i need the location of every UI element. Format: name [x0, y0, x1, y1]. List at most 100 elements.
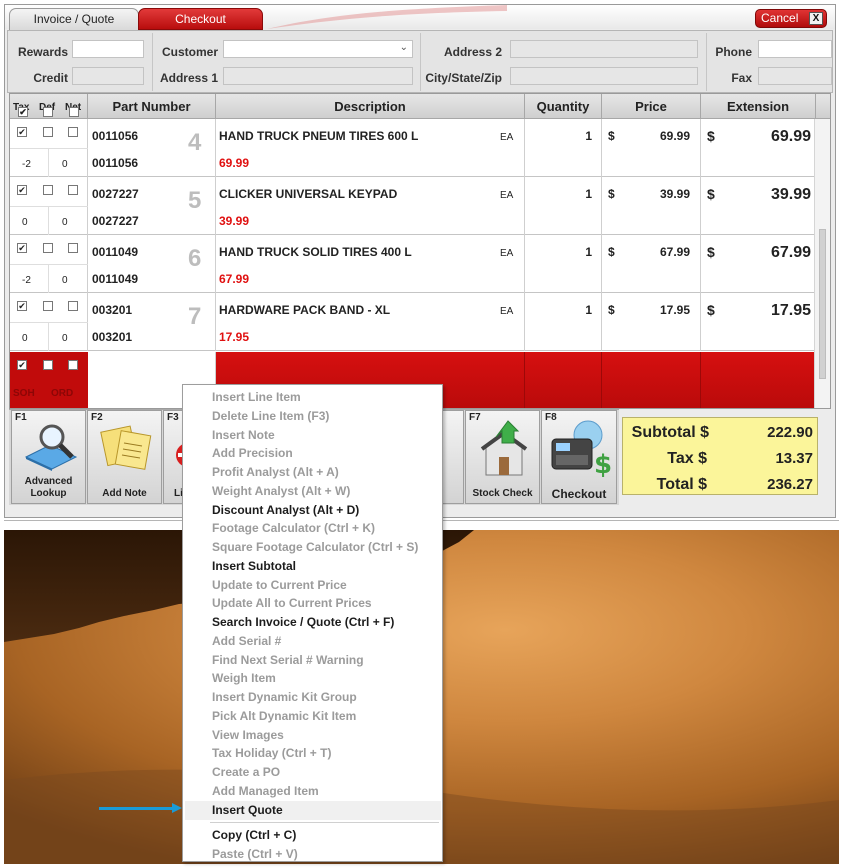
subtotal-value: 222.90	[767, 424, 813, 441]
net-checkbox[interactable]	[68, 360, 78, 370]
customer-label: Customer	[161, 45, 218, 59]
checkout-button[interactable]: F8 $ Checkout	[541, 410, 617, 504]
quantity-cell[interactable]	[525, 235, 602, 293]
def-checkbox[interactable]	[43, 185, 53, 195]
description-cell[interactable]	[216, 235, 525, 293]
pointer-arrow-shaft	[99, 807, 174, 810]
price-currency: $	[608, 129, 615, 143]
context-menu: Insert Line Item Delete Line Item (F3) Ins…	[182, 384, 443, 862]
cancel-button[interactable]: Cancel X	[755, 9, 827, 28]
description-header[interactable]: Description	[216, 94, 525, 119]
price-cell[interactable]	[602, 293, 701, 351]
menu-item-insert-quote[interactable]: Insert Quote	[212, 803, 283, 817]
menu-separator	[210, 822, 439, 823]
menu-item-search-invoice-quote-ctrl-f[interactable]: Search Invoice / Quote (Ctrl + F)	[212, 615, 394, 629]
tax-all-checkbox[interactable]: ✔	[18, 107, 28, 117]
menu-item-discount-analyst-alt-d[interactable]: Discount Analyst (Alt + D)	[212, 503, 359, 517]
scrollbar-thumb[interactable]	[819, 229, 826, 379]
def-checkbox[interactable]	[43, 127, 53, 137]
phone-label: Phone	[715, 45, 752, 59]
menu-item-view-images[interactable]: View Images	[212, 728, 284, 742]
net-checkbox[interactable]	[68, 185, 78, 195]
customer-select[interactable]: ⌄	[223, 40, 413, 58]
rewards-field[interactable]	[72, 40, 144, 58]
add-note-label: Add Note	[102, 488, 147, 499]
part-number: 0027227	[92, 187, 139, 201]
price-cell[interactable]	[602, 119, 701, 177]
credit-label: Credit	[33, 71, 68, 85]
quantity-cell[interactable]	[525, 119, 602, 177]
address2-field	[510, 40, 698, 58]
table-row[interactable]: ✔ -2 0 0011056 0011056 4 HAND TRUCK PNEUM TIRE…	[10, 119, 816, 177]
close-icon[interactable]: X	[809, 12, 823, 25]
menu-item-update-all-to-current-prices[interactable]: Update All to Current Prices	[212, 596, 372, 610]
net-checkbox[interactable]	[68, 243, 78, 253]
menu-item-pick-alt-dynamic-kit-item[interactable]: Pick Alt Dynamic Kit Item	[212, 709, 356, 723]
description-cell[interactable]	[216, 177, 525, 235]
tax-checkbox[interactable]: ✔	[17, 127, 27, 137]
phone-field[interactable]	[758, 40, 832, 58]
tax-checkbox[interactable]: ✔	[17, 185, 27, 195]
description-cell[interactable]	[216, 119, 525, 177]
table-row[interactable]: ✔ 0 0 003201 003201 7 HARDWARE PACK BAND - XL E…	[10, 293, 816, 351]
menu-item-insert-note[interactable]: Insert Note	[212, 428, 275, 442]
menu-item-tax-holiday-ctrl-t[interactable]: Tax Holiday (Ctrl + T)	[212, 746, 331, 760]
tax-checkbox[interactable]: ✔	[17, 243, 27, 253]
menu-item-update-to-current-price[interactable]: Update to Current Price	[212, 578, 347, 592]
tab-checkout[interactable]: Checkout	[138, 8, 263, 30]
menu-item-add-serial[interactable]: Add Serial #	[212, 634, 281, 648]
extension-currency: $	[707, 302, 715, 318]
quantity-cell[interactable]	[525, 177, 602, 235]
menu-item-find-next-serial-warning[interactable]: Find Next Serial # Warning	[212, 653, 364, 667]
def-checkbox[interactable]	[43, 243, 53, 253]
menu-item-copy-ctrl-c[interactable]: Copy (Ctrl + C)	[212, 828, 296, 842]
tab-invoice-quote[interactable]: Invoice / Quote	[9, 8, 139, 30]
def-checkbox[interactable]	[43, 360, 53, 370]
menu-item-weight-analyst-alt-w[interactable]: Weight Analyst (Alt + W)	[212, 484, 350, 498]
menu-item-add-precision[interactable]: Add Precision	[212, 446, 293, 460]
net-all-checkbox[interactable]	[69, 107, 79, 117]
price-cell[interactable]	[602, 235, 701, 293]
f7-key-label: F7	[469, 412, 481, 423]
add-note-button[interactable]: F2 Add Note	[87, 410, 162, 504]
tax-checkbox[interactable]: ✔	[17, 360, 27, 370]
menu-item-insert-dynamic-kit-group[interactable]: Insert Dynamic Kit Group	[212, 690, 357, 704]
item-description: HAND TRUCK SOLID TIRES 400 L	[219, 245, 412, 259]
quantity-header[interactable]: Quantity	[525, 94, 602, 119]
advanced-lookup-button[interactable]: F1 Advanced Lookup	[11, 410, 86, 504]
item-description: HARDWARE PACK BAND - XL	[219, 303, 391, 317]
tab-bar: Invoice / Quote Checkout Cancel X	[5, 5, 835, 30]
def-checkbox[interactable]	[43, 301, 53, 311]
menu-item-footage-calculator-ctrl-k[interactable]: Footage Calculator (Ctrl + K)	[212, 521, 375, 535]
quantity-cell[interactable]	[525, 293, 602, 351]
net-checkbox[interactable]	[68, 301, 78, 311]
tax-checkbox[interactable]: ✔	[17, 301, 27, 311]
menu-item-insert-line-item[interactable]: Insert Line Item	[212, 390, 301, 404]
line-number: 7	[188, 303, 202, 330]
table-row[interactable]: ✔ -2 0 0011049 0011049 6 HAND TRUCK SOLID TIRE…	[10, 235, 816, 293]
menu-item-delete-line-item-f3[interactable]: Delete Line Item (F3)	[212, 409, 329, 423]
menu-item-insert-subtotal[interactable]: Insert Subtotal	[212, 559, 296, 573]
menu-item-paste-ctrl-v[interactable]: Paste (Ctrl + V)	[212, 847, 298, 861]
flags-cell: ✔ 0 0	[10, 177, 88, 235]
menu-item-create-a-po[interactable]: Create a PO	[212, 765, 280, 779]
menu-item-add-managed-item[interactable]: Add Managed Item	[212, 784, 319, 798]
part-number-header[interactable]: Part Number	[88, 94, 216, 119]
table-row[interactable]: ✔ 0 0 0027227 0027227 5 CLICKER UNIVERSAL KEYP…	[10, 177, 816, 235]
on-order-value: 0	[62, 333, 68, 344]
def-all-checkbox[interactable]	[43, 107, 53, 117]
menu-item-profit-analyst-alt-a[interactable]: Profit Analyst (Alt + A)	[212, 465, 339, 479]
price-cell[interactable]	[602, 177, 701, 235]
extension-header[interactable]: Extension	[701, 94, 816, 119]
extension-value: 17.95	[770, 302, 811, 319]
stock-check-button[interactable]: F7 Stock Check	[465, 410, 540, 504]
description-cell[interactable]	[216, 293, 525, 351]
price-header[interactable]: Price	[602, 94, 701, 119]
extension-currency: $	[707, 244, 715, 260]
menu-item-weigh-item[interactable]: Weigh Item	[212, 671, 276, 685]
menu-item-square-footage-calculator-ctrl-s[interactable]: Square Footage Calculator (Ctrl + S)	[212, 540, 418, 554]
f3-key-label: F3	[167, 412, 179, 423]
net-checkbox[interactable]	[68, 127, 78, 137]
grid-scrollbar[interactable]	[814, 119, 830, 408]
part-number-secondary: 0027227	[92, 214, 139, 228]
